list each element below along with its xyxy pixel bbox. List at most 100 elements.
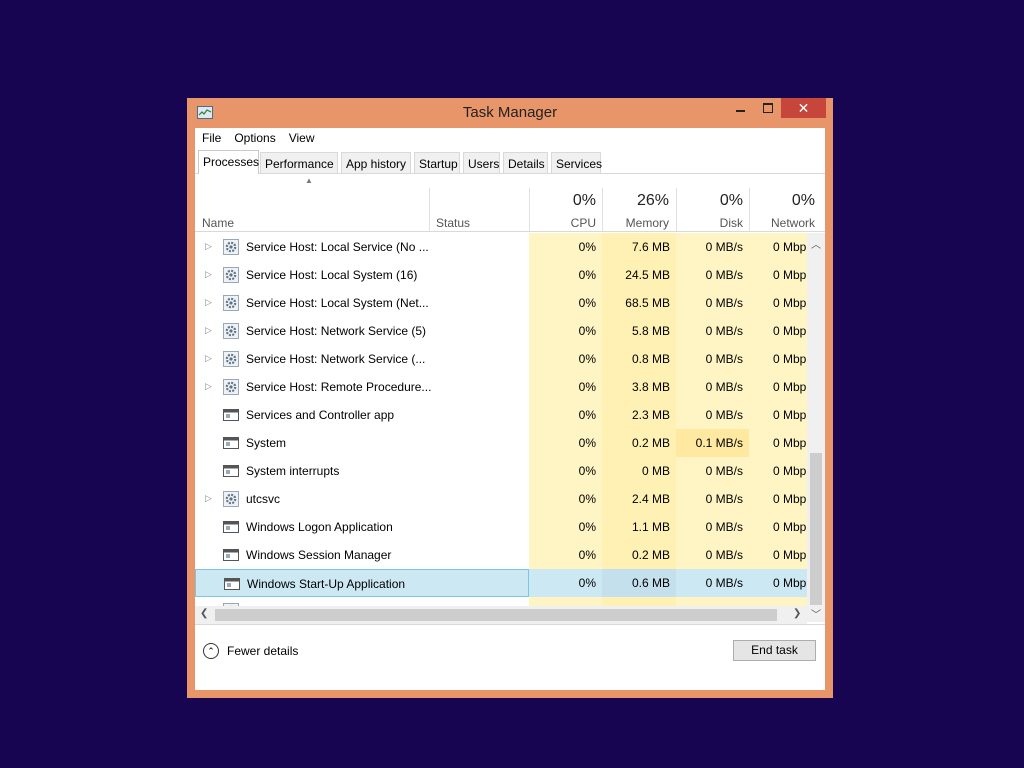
menu-file[interactable]: File — [202, 131, 221, 145]
process-name-cell[interactable]: ▷ Service Host: Local System (Net... — [195, 289, 529, 317]
menu-bar: File Options View — [195, 128, 825, 148]
process-name-cell[interactable]: ▷ Service Host: Local Service (No ... — [195, 233, 529, 261]
process-row[interactable]: ▷ Service Host: Local System (Net... 0% 68.… — [195, 289, 807, 317]
expand-arrow-icon[interactable]: ▷ — [205, 241, 212, 252]
process-row[interactable]: ▷wsappx0%5.8 MB0 MB/s0 Mbp — [195, 597, 807, 606]
process-disk-cell: 0 MB/s — [676, 289, 749, 317]
tab-details[interactable]: Details — [503, 152, 548, 173]
col-memory-header[interactable]: Memory — [602, 216, 669, 230]
process-name-cell[interactable]: System interrupts — [195, 457, 529, 485]
process-row[interactable]: ▷ Service Host: Local Service (No ... 0% 7.… — [195, 233, 807, 261]
horizontal-scroll-thumb[interactable] — [215, 609, 777, 621]
expand-arrow-icon[interactable]: ▷ — [205, 297, 212, 308]
process-name-cell[interactable]: Services and Controller app — [195, 401, 529, 429]
process-row[interactable]: ▷ Service Host: Network Service (... 0% 0.8… — [195, 345, 807, 373]
scroll-left-icon[interactable]: ❮ — [200, 608, 208, 619]
column-divider[interactable] — [429, 188, 430, 231]
expand-arrow-icon[interactable]: ▷ — [205, 381, 212, 392]
process-name: Service Host: Local System (16) — [246, 268, 418, 282]
process-name: Service Host: Local System (Net... — [246, 296, 429, 310]
scroll-up-icon[interactable]: ︿ — [811, 236, 821, 251]
process-cpu-cell: 0% — [529, 429, 602, 457]
close-button[interactable]: ✕ — [781, 98, 826, 118]
tab-users[interactable]: Users — [463, 152, 500, 173]
process-memory-cell: 68.5 MB — [602, 289, 676, 317]
process-network-cell: 0 Mbp — [749, 289, 807, 317]
process-name-cell[interactable]: ▷ Service Host: Network Service (5) — [195, 317, 529, 345]
app-window-icon — [223, 519, 239, 535]
tab-performance[interactable]: Performance — [260, 152, 338, 173]
process-name-cell[interactable]: Windows Logon Application — [195, 513, 529, 541]
vertical-scroll-thumb[interactable] — [810, 453, 822, 605]
process-row[interactable]: ▷ Service Host: Network Service (5) 0% 5.8 … — [195, 317, 807, 345]
col-disk-header[interactable]: Disk — [676, 216, 743, 230]
gear-icon — [223, 295, 239, 311]
process-name-cell[interactable]: System — [195, 429, 529, 457]
process-row[interactable]: ▷ Service Host: Local System (16) 0% 24.5 M… — [195, 261, 807, 289]
process-name: Windows Start-Up Application — [247, 577, 406, 591]
process-row[interactable]: ▷ utcsvc 0% 2.4 MB 0 MB/s 0 Mbp — [195, 485, 807, 513]
col-status-header[interactable]: Status — [436, 216, 470, 230]
tab-services[interactable]: Services — [551, 152, 602, 173]
process-name: Service Host: Local Service (No ... — [246, 240, 429, 254]
process-memory-cell: 0.2 MB — [602, 429, 676, 457]
process-name-cell[interactable]: ▷wsappx — [195, 597, 529, 606]
process-name-cell[interactable]: Windows Session Manager — [195, 541, 529, 569]
col-cpu-header[interactable]: CPU — [529, 216, 596, 230]
col-name-header[interactable]: Name — [202, 216, 234, 230]
process-name: Windows Session Manager — [246, 548, 392, 562]
process-name: Services and Controller app — [246, 408, 395, 422]
end-task-button[interactable]: End task — [733, 640, 816, 661]
menu-options[interactable]: Options — [234, 131, 275, 145]
scroll-down-icon[interactable]: ﹀ — [811, 606, 821, 621]
process-network-cell: 0 Mbp — [749, 401, 807, 429]
process-cpu-cell: 0% — [529, 541, 602, 569]
process-row[interactable]: Windows Start-Up Application 0% 0.6 MB 0 MB… — [195, 569, 807, 597]
fewer-details-button[interactable]: ⌃ Fewer details — [203, 643, 298, 659]
tab-processes[interactable]: Processes — [198, 150, 259, 174]
process-row[interactable]: Services and Controller app 0% 2.3 MB 0 MB/… — [195, 401, 807, 429]
expand-arrow-icon[interactable]: ▷ — [205, 353, 212, 364]
tab-startup[interactable]: Startup — [414, 152, 460, 173]
process-row[interactable]: ▷ Service Host: Remote Procedure... 0% 3.8 … — [195, 373, 807, 401]
title-bar[interactable]: Task Manager ✕ — [187, 98, 833, 128]
close-icon: ✕ — [797, 99, 810, 116]
process-cpu-cell: 0% — [529, 569, 602, 597]
horizontal-scrollbar[interactable]: ❮ ❯ — [195, 606, 807, 624]
process-row[interactable]: Windows Logon Application 0% 1.1 MB 0 MB/s 0… — [195, 513, 807, 541]
scroll-right-icon[interactable]: ❯ — [793, 608, 801, 619]
process-name-cell[interactable]: ▷ Service Host: Network Service (... — [195, 345, 529, 373]
expand-arrow-icon[interactable]: ▷ — [205, 269, 212, 280]
process-network-cell: 0 Mbp — [749, 429, 807, 457]
app-window-icon — [223, 547, 239, 563]
process-row[interactable]: System 0% 0.2 MB 0.1 MB/s 0 Mbp — [195, 429, 807, 457]
expand-arrow-icon[interactable]: ▷ — [205, 493, 212, 504]
process-row[interactable]: System interrupts 0% 0 MB 0 MB/s 0 Mbp — [195, 457, 807, 485]
tab-app-history[interactable]: App history — [341, 152, 411, 173]
process-cpu-cell: 0% — [529, 317, 602, 345]
process-row[interactable]: Windows Session Manager 0% 0.2 MB 0 MB/s 0 M… — [195, 541, 807, 569]
maximize-button[interactable] — [754, 98, 781, 118]
expand-arrow-icon[interactable]: ▷ — [205, 325, 212, 336]
process-name-cell[interactable]: ▷ utcsvc — [195, 485, 529, 513]
process-network-cell: 0 Mbp — [749, 457, 807, 485]
process-name: Service Host: Remote Procedure... — [246, 380, 432, 394]
gear-icon — [223, 267, 239, 283]
process-name-cell[interactable]: ▷ Service Host: Local System (16) — [195, 261, 529, 289]
minimize-button[interactable] — [727, 98, 754, 118]
menu-view[interactable]: View — [289, 131, 315, 145]
process-disk-cell: 0.1 MB/s — [676, 429, 749, 457]
app-window-icon — [224, 576, 240, 592]
process-cpu-cell: 0% — [529, 345, 602, 373]
process-name: Windows Logon Application — [246, 520, 393, 534]
process-name-cell[interactable]: ▷ Service Host: Remote Procedure... — [195, 373, 529, 401]
vertical-scrollbar[interactable]: ︿ ﹀ — [807, 233, 825, 622]
process-memory-cell: 2.3 MB — [602, 401, 676, 429]
col-network-header[interactable]: Network — [749, 216, 815, 230]
process-name: System interrupts — [246, 464, 340, 478]
process-network-cell: 0 Mbp — [749, 373, 807, 401]
task-manager-window: Task Manager ✕ File Options View Process… — [187, 98, 833, 698]
process-cpu-cell: 0% — [529, 373, 602, 401]
process-name-cell[interactable]: Windows Start-Up Application — [195, 569, 529, 597]
gear-icon — [223, 379, 239, 395]
